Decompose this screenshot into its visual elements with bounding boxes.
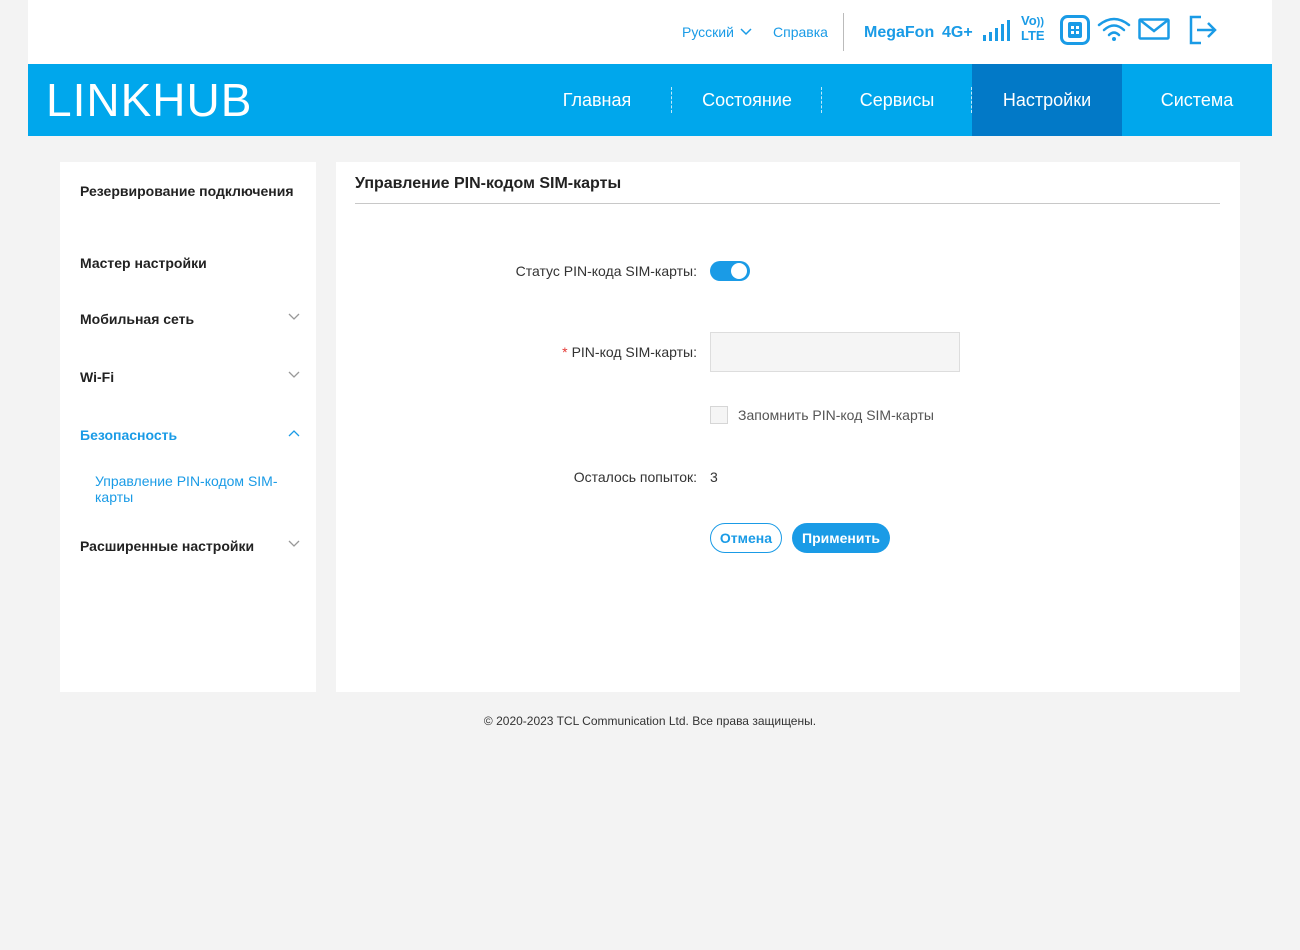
remember-pin-checkbox[interactable] — [710, 406, 728, 424]
tab-system[interactable]: Система — [1122, 64, 1272, 136]
signal-icon — [983, 20, 1010, 41]
language-selector[interactable]: Русский — [682, 24, 752, 40]
pin-status-label: Статус PIN-кода SIM-карты: — [515, 263, 697, 279]
volte-icon: Vo)) LTE — [1021, 14, 1053, 43]
sidebar-item-label: Wi-Fi — [80, 369, 115, 385]
pin-field-label: * PIN-код SIM-карты: — [562, 344, 697, 360]
chevron-up-icon — [288, 430, 300, 437]
top-divider — [843, 13, 844, 51]
sidebar-item-label: Расширенные настройки — [80, 538, 255, 554]
pin-status-toggle[interactable] — [710, 261, 750, 281]
chevron-down-icon — [288, 313, 300, 320]
linkhub-logo: LINKHUB — [46, 77, 252, 123]
page-title: Управление PIN-кодом SIM-карты — [355, 175, 622, 192]
toggle-knob — [731, 263, 747, 279]
mail-icon — [1138, 18, 1170, 40]
network-type: 4G+ — [942, 24, 973, 41]
apply-button[interactable]: Применить — [792, 523, 890, 553]
tab-home[interactable]: Главная — [522, 64, 672, 136]
attempts-label: Осталось попыток: — [573, 469, 697, 485]
nav-tabs: Главная Состояние Сервисы Настройки Сист… — [522, 64, 1272, 136]
settings-sidebar: Резервирование подключения Мастер настро… — [60, 162, 316, 692]
sidebar-item-wifi[interactable]: Wi-Fi — [80, 369, 300, 385]
logo-link: LINK — [46, 74, 153, 126]
cancel-button[interactable]: Отмена — [710, 523, 782, 553]
sidebar-item-connection-backup[interactable]: Резервирование подключения — [80, 183, 300, 199]
sidebar-item-label: Безопасность — [80, 427, 178, 443]
pin-label-text: PIN-код SIM-карты: — [571, 344, 697, 360]
sidebar-item-setup-wizard[interactable]: Мастер настройки — [80, 255, 300, 271]
sidebar-subitem-sim-pin[interactable]: Управление PIN-кодом SIM-карты — [95, 473, 290, 505]
sim-icon — [1060, 15, 1090, 45]
sidebar-item-label: Мобильная сеть — [80, 311, 195, 327]
main-navbar: LINKHUB Главная Состояние Сервисы Настро… — [28, 64, 1272, 136]
sidebar-item-security[interactable]: Безопасность — [80, 427, 300, 443]
operator-name: MegaFon — [864, 24, 935, 41]
tab-services[interactable]: Сервисы — [822, 64, 972, 136]
logout-icon[interactable] — [1188, 15, 1218, 45]
sim-pin-input[interactable] — [710, 332, 960, 372]
remember-pin-label: Запомнить PIN-код SIM-карты — [738, 407, 934, 423]
chevron-down-icon — [288, 371, 300, 378]
footer-copyright: © 2020-2023 TCL Communication Ltd. Все п… — [483, 714, 817, 728]
sidebar-item-advanced[interactable]: Расширенные настройки — [80, 538, 300, 554]
tab-settings[interactable]: Настройки — [972, 64, 1122, 136]
volte-vo: Vo — [1021, 13, 1037, 28]
chevron-down-icon — [288, 540, 300, 547]
title-divider — [355, 203, 1220, 204]
language-label: Русский — [682, 24, 734, 40]
volte-lte: LTE — [1021, 28, 1045, 43]
chevron-down-icon — [740, 28, 752, 36]
required-mark: * — [562, 344, 568, 360]
top-bar: Русский Справка MegaFon 4G+ Vo)) LTE — [28, 0, 1272, 64]
tab-status[interactable]: Состояние — [672, 64, 822, 136]
wifi-icon — [1097, 17, 1131, 41]
sim-pin-panel: Управление PIN-кодом SIM-карты Статус PI… — [336, 162, 1240, 692]
logo-hub: HUB — [152, 74, 253, 126]
attempts-value: 3 — [710, 469, 718, 485]
help-link[interactable]: Справка — [773, 24, 828, 40]
sidebar-item-mobile-network[interactable]: Мобильная сеть — [80, 311, 300, 327]
